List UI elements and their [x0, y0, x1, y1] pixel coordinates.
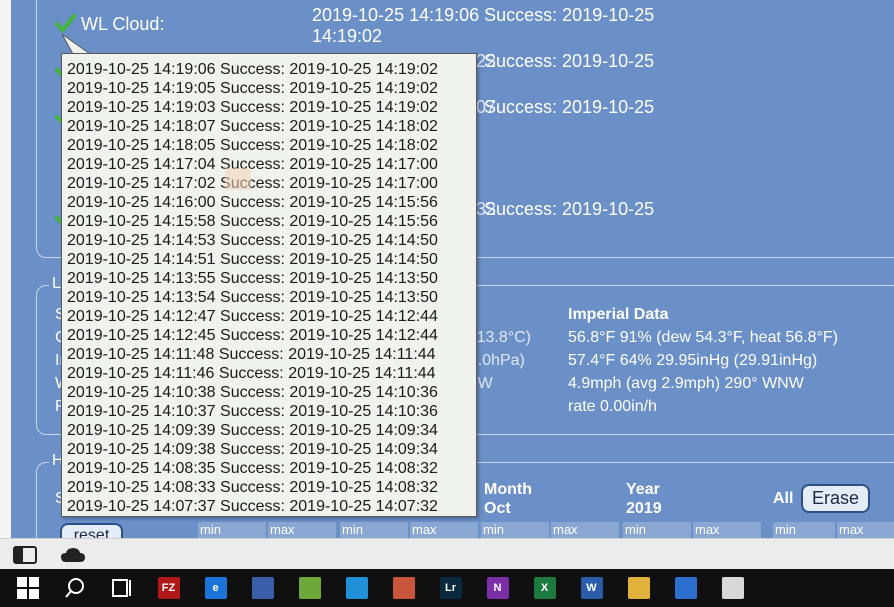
max-column-header: max [410, 522, 478, 538]
tooltip-history-row: 2019-10-25 14:17:02 Success: 2019-10-25 … [67, 175, 438, 192]
tooltip-history-row: 2019-10-25 14:14:53 Success: 2019-10-25 … [67, 232, 438, 249]
cloud-icon[interactable] [60, 546, 86, 564]
taskbar-search-button[interactable] [51, 569, 98, 607]
taskbar-cortana-app-button[interactable] [662, 569, 709, 607]
taskbar-onenote-button[interactable]: N [474, 569, 521, 607]
search-icon [64, 578, 84, 598]
filezilla-icon: FZ [157, 577, 180, 599]
taskbar-stamp-app-button[interactable] [380, 569, 427, 607]
file-explorer-icon [627, 577, 650, 599]
partial-row-status: Success: 2019-10-25 [484, 51, 655, 71]
sidebar-toggle-icon[interactable] [13, 546, 37, 564]
notepad-plus-icon [298, 577, 321, 599]
tooltip-history-row: 2019-10-25 14:13:54 Success: 2019-10-25 … [67, 289, 438, 306]
tooltip-history-row: 2019-10-25 14:18:07 Success: 2019-10-25 … [67, 118, 438, 135]
min-column-header: min [623, 522, 691, 538]
partial-row-status: Success: 2019-10-25 [484, 199, 655, 219]
tooltip-history-row: 2019-10-25 14:18:05 Success: 2019-10-25 … [67, 137, 438, 154]
taskbar-filezilla-button[interactable]: FZ [145, 569, 192, 607]
taskbar-notepad-plus-button[interactable] [286, 569, 333, 607]
tooltip-history-row: 2019-10-25 14:19:03 Success: 2019-10-25 … [67, 99, 438, 116]
max-column-header: max [837, 522, 894, 538]
windows-taskbar: FZ e Lr N X W [0, 569, 894, 607]
word-icon: W [580, 577, 603, 599]
taskbar-task-view-button[interactable] [98, 569, 145, 607]
taskbar-mail-button[interactable] [709, 569, 756, 607]
min-column-header: min [340, 522, 408, 538]
mail-icon [721, 577, 744, 599]
tooltip-history-row: 2019-10-25 14:09:39 Success: 2019-10-25 … [67, 422, 438, 439]
tooltip-history-row: 2019-10-25 14:17:04 Success: 2019-10-25 … [67, 156, 438, 173]
tooltip-history-row: 2019-10-25 14:12:45 Success: 2019-10-25 … [67, 327, 438, 344]
taskbar-word-button[interactable]: W [568, 569, 615, 607]
tooltip-history-row: 2019-10-25 14:08:33 Success: 2019-10-25 … [67, 479, 438, 496]
edge-icon: e [204, 577, 227, 599]
year-value: 2019 [626, 500, 662, 517]
all-label: All [773, 490, 794, 507]
cortana-app-icon [674, 577, 697, 599]
tooltip-history-row: 2019-10-25 14:11:48 Success: 2019-10-25 … [67, 346, 436, 363]
network-app-icon [251, 577, 274, 599]
min-column-header: min [773, 522, 835, 538]
stamp-app-icon [392, 577, 415, 599]
tooltip-history-row: 2019-10-25 14:10:38 Success: 2019-10-25 … [67, 384, 438, 401]
windows-start-icon [16, 577, 39, 599]
taskbar-start-button[interactable] [4, 569, 51, 607]
partial-row-status: Success: 2019-10-25 [484, 97, 655, 117]
remote-app-icon [345, 577, 368, 599]
tooltip-history-row: 2019-10-25 14:10:37 Success: 2019-10-25 … [67, 403, 438, 420]
imperial-temp: 56.8°F 91% (dew 54.3°F, heat 56.8°F) [568, 329, 839, 346]
check-icon [55, 14, 76, 34]
month-label: Month [484, 481, 532, 498]
taskbar-lightroom-button[interactable]: Lr [427, 569, 474, 607]
tooltip-history-row: 2019-10-25 14:11:46 Success: 2019-10-25 … [67, 365, 436, 382]
excel-icon: X [533, 577, 556, 599]
taskbar-file-explorer-button[interactable] [615, 569, 662, 607]
tooltip-history-row: 2019-10-25 14:19:05 Success: 2019-10-25 … [67, 80, 438, 97]
imperial-wind: 4.9mph (avg 2.9mph) 290° WNW [568, 375, 804, 392]
text-highlight [225, 168, 251, 190]
max-column-header: max [551, 522, 619, 538]
tooltip-history-row: 2019-10-25 14:14:51 Success: 2019-10-25 … [67, 251, 438, 268]
tooltip-history-row: 2019-10-25 14:13:55 Success: 2019-10-25 … [67, 270, 438, 287]
tooltip-history-row: 2019-10-25 14:15:58 Success: 2019-10-25 … [67, 213, 438, 230]
erase-button[interactable]: Erase [801, 484, 870, 513]
lightroom-icon: Lr [439, 577, 462, 599]
imperial-rain: rate 0.00in/h [568, 398, 657, 415]
min-column-header: min [481, 522, 549, 538]
wl-cloud-status-line1: 2019-10-25 14:19:06 Success: 2019-10-25 [312, 5, 655, 25]
max-column-header: max [268, 522, 336, 538]
year-label: Year [626, 481, 660, 498]
wl-cloud-label: WL Cloud: [81, 14, 165, 34]
tooltip-history-row: 2019-10-25 14:08:35 Success: 2019-10-25 … [67, 460, 438, 477]
onenote-icon: N [486, 577, 509, 599]
imperial-pressure: 57.4°F 64% 29.95inHg (29.91inHg) [568, 352, 818, 369]
taskbar-excel-button[interactable]: X [521, 569, 568, 607]
tooltip-history-row: 2019-10-25 14:07:37 Success: 2019-10-25 … [67, 498, 438, 515]
tooltip-history-row: 2019-10-25 14:12:47 Success: 2019-10-25 … [67, 308, 438, 325]
taskbar-network-app-button[interactable] [239, 569, 286, 607]
wl-cloud-status-line2: 14:19:02 [312, 26, 383, 46]
taskbar-edge-button[interactable]: e [192, 569, 239, 607]
browser-status-bar [0, 538, 894, 570]
imperial-header: Imperial Data [568, 306, 669, 323]
browser-content: WL Cloud: 2019-10-25 14:19:06 Success: 2… [0, 0, 894, 538]
month-value: Oct [484, 500, 511, 517]
min-column-header: min [198, 522, 266, 538]
tooltip-history-row: 2019-10-25 14:09:38 Success: 2019-10-25 … [67, 441, 438, 458]
max-column-header: max [693, 522, 761, 538]
upload-history-tooltip: 2019-10-25 14:19:06 Success: 2019-10-25 … [61, 53, 477, 517]
reset-button[interactable]: reset [60, 523, 123, 538]
task-view-icon [111, 579, 131, 597]
tooltip-pointer [61, 33, 91, 55]
taskbar-remote-app-button[interactable] [333, 569, 380, 607]
tooltip-history-row: 2019-10-25 14:16:00 Success: 2019-10-25 … [67, 194, 438, 211]
tooltip-history-row: 2019-10-25 14:19:06 Success: 2019-10-25 … [67, 61, 438, 78]
